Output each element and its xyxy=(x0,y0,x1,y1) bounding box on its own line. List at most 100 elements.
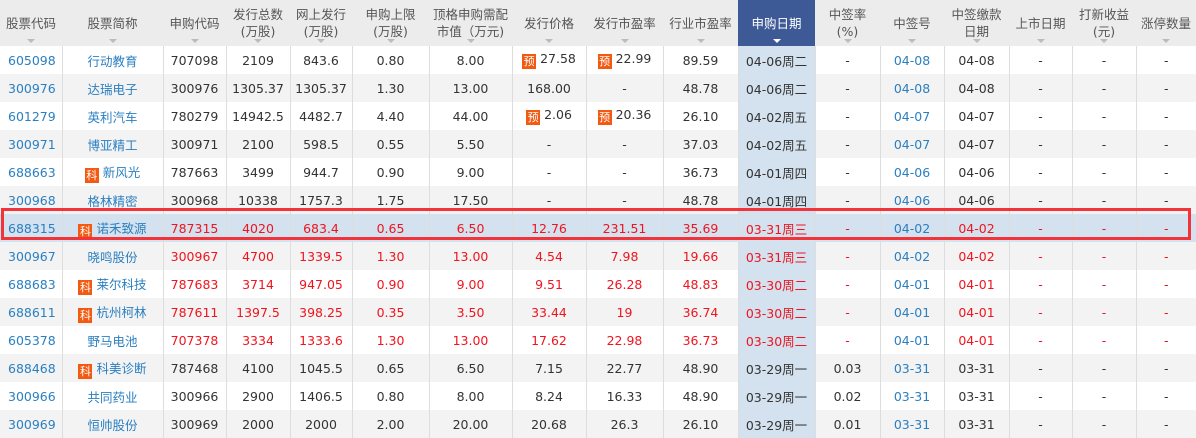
sort-arrow-icon[interactable] xyxy=(317,39,325,43)
table-row[interactable]: 688683 科莱尔科技 787683 3714 947.05 0.90 9.00 9.51 2… xyxy=(0,270,1196,298)
stock-name-value[interactable]: 行动教育 xyxy=(87,54,137,69)
cell-stock-code[interactable]: 300967 xyxy=(0,242,62,270)
column-header-win-rate[interactable]: 中签率 (%) xyxy=(815,0,880,46)
sort-arrow-icon[interactable] xyxy=(908,39,916,43)
table-row[interactable]: 300969 恒帅股份 300969 2000 2000 2.00 20.00 20.68 26… xyxy=(0,410,1196,438)
cell-stock-code[interactable]: 688663 xyxy=(0,158,62,186)
stock-code-value[interactable]: 688468 xyxy=(8,361,56,376)
column-header-profit[interactable]: 打新收益 (元) xyxy=(1072,0,1136,46)
column-header-issue-price[interactable]: 发行价格 xyxy=(512,0,586,46)
stock-name-value[interactable]: 格林精密 xyxy=(87,194,137,209)
stock-name-value[interactable]: 晓鸣股份 xyxy=(87,250,137,265)
sort-arrow-icon[interactable] xyxy=(1162,39,1170,43)
sort-arrow-icon[interactable] xyxy=(772,39,781,43)
sort-arrow-icon[interactable] xyxy=(972,39,981,43)
cell-stock-code[interactable]: 688611 xyxy=(0,298,62,326)
stock-name-value[interactable]: 达瑞电子 xyxy=(87,82,137,97)
cell-stock-name[interactable]: 博亚精工 xyxy=(61,130,163,158)
cell-stock-name[interactable]: 恒帅股份 xyxy=(61,410,163,438)
sort-arrow-icon[interactable] xyxy=(545,39,553,43)
table-row[interactable]: 300968 格林精密 300968 10338 1757.3 1.75 17.50 - - 48… xyxy=(0,186,1196,214)
cell-stock-code[interactable]: 688683 xyxy=(0,270,62,298)
stock-code-value[interactable]: 605378 xyxy=(8,333,56,348)
sort-arrow-icon[interactable] xyxy=(696,39,705,43)
column-header-total-issue[interactable]: 发行总数 (万股) xyxy=(226,0,290,46)
column-header-listing-date[interactable]: 上市日期 xyxy=(1009,0,1072,46)
stock-code-value[interactable]: 688663 xyxy=(8,165,56,180)
stock-code-value[interactable]: 688315 xyxy=(8,221,56,236)
cell-stock-code[interactable]: 300976 xyxy=(0,74,62,102)
table-row[interactable]: 688315 科诺禾致源 787315 4020 683.4 0.65 6.50 12.76 2… xyxy=(0,214,1196,242)
column-header-payment-date[interactable]: 中签缴款 日期 xyxy=(944,0,1009,46)
stock-name-value[interactable]: 恒帅股份 xyxy=(87,418,137,433)
cell-stock-code[interactable]: 605098 xyxy=(0,46,62,74)
column-header-industry-pe[interactable]: 行业市盈率 xyxy=(663,0,738,46)
sort-arrow-icon[interactable] xyxy=(843,39,852,43)
stock-name-value[interactable]: 英利汽车 xyxy=(87,110,137,125)
column-header-subscribe-date[interactable]: 申购日期 xyxy=(738,0,815,46)
cell-stock-code[interactable]: 605378 xyxy=(0,326,62,354)
cell-stock-name[interactable]: 格林精密 xyxy=(61,186,163,214)
table-row[interactable]: 688611 科杭州柯林 787611 1397.5 398.25 0.35 3.50 33.… xyxy=(0,298,1196,326)
stock-code-value[interactable]: 688683 xyxy=(8,277,56,292)
cell-stock-name[interactable]: 科杭州柯林 xyxy=(61,298,163,326)
stock-code-value[interactable]: 300969 xyxy=(8,417,56,432)
stock-name-value[interactable]: 共同药业 xyxy=(87,390,137,405)
column-header-stock-code[interactable]: 股票代码 xyxy=(0,0,62,46)
cell-stock-code[interactable]: 300968 xyxy=(0,186,62,214)
cell-stock-code[interactable]: 601279 xyxy=(0,102,62,130)
sort-arrow-icon[interactable] xyxy=(620,39,629,43)
stock-name-value[interactable]: 博亚精工 xyxy=(87,138,137,153)
cell-stock-code[interactable]: 300969 xyxy=(0,410,62,438)
cell-stock-name[interactable]: 达瑞电子 xyxy=(61,74,163,102)
stock-name-value[interactable]: 莱尔科技 xyxy=(96,277,146,292)
cell-stock-code[interactable]: 300966 xyxy=(0,382,62,410)
column-header-online-issue[interactable]: 网上发行 (万股) xyxy=(290,0,352,46)
stock-code-value[interactable]: 300968 xyxy=(8,193,56,208)
sort-arrow-icon[interactable] xyxy=(1036,39,1045,43)
stock-name-value[interactable]: 野马电池 xyxy=(87,334,137,349)
sort-arrow-icon[interactable] xyxy=(27,39,35,43)
sort-arrow-icon[interactable] xyxy=(254,39,262,43)
table-row[interactable]: 300967 晓鸣股份 300967 4700 1339.5 1.30 13.00 4.54 7… xyxy=(0,242,1196,270)
column-header-stock-name[interactable]: 股票简称 xyxy=(62,0,163,46)
cell-stock-name[interactable]: 科莱尔科技 xyxy=(61,270,163,298)
table-row[interactable]: 688468 科科美诊断 787468 4100 1045.5 0.65 6.50 7.15 2… xyxy=(0,354,1196,382)
cell-stock-code[interactable]: 300971 xyxy=(0,130,62,158)
table-row[interactable]: 300971 博亚精工 300971 2100 598.5 0.55 5.50 - - 37.03… xyxy=(0,130,1196,158)
stock-name-value[interactable]: 杭州柯林 xyxy=(96,305,146,320)
column-header-top-market-value[interactable]: 顶格申购需配 市值（万元) xyxy=(429,0,512,46)
cell-stock-name[interactable]: 科新风光 xyxy=(61,158,163,186)
sort-arrow-icon[interactable] xyxy=(466,39,475,43)
stock-code-value[interactable]: 300971 xyxy=(8,137,56,152)
stock-name-value[interactable]: 诺禾致源 xyxy=(96,221,146,236)
stock-code-value[interactable]: 300976 xyxy=(8,81,56,96)
cell-stock-name[interactable]: 晓鸣股份 xyxy=(61,242,163,270)
column-header-limit-up-count[interactable]: 涨停数量 xyxy=(1136,0,1196,46)
table-row[interactable]: 605378 野马电池 707378 3334 1333.6 1.30 13.00 17.62… xyxy=(0,326,1196,354)
cell-stock-name[interactable]: 英利汽车 xyxy=(61,102,163,130)
sort-arrow-icon[interactable] xyxy=(386,39,395,43)
table-row[interactable]: 601279 英利汽车 780279 14942.5 4482.7 4.40 44.00 预 2… xyxy=(0,102,1196,130)
column-header-win-number[interactable]: 中签号 xyxy=(880,0,944,46)
column-header-subscribe-code[interactable]: 申购代码 xyxy=(163,0,226,46)
cell-stock-name[interactable]: 科科美诊断 xyxy=(61,354,163,382)
sort-arrow-icon[interactable] xyxy=(108,39,117,43)
sort-arrow-icon[interactable] xyxy=(190,39,199,43)
table-row[interactable]: 300966 共同药业 300966 2900 1406.5 0.80 8.00 8.24 16… xyxy=(0,382,1196,410)
cell-stock-code[interactable]: 688468 xyxy=(0,354,62,382)
column-header-issue-pe[interactable]: 发行市盈率 xyxy=(586,0,663,46)
sort-arrow-icon[interactable] xyxy=(1100,39,1108,43)
column-header-subscribe-limit[interactable]: 申购上限 (万股) xyxy=(352,0,429,46)
cell-stock-name[interactable]: 科诺禾致源 xyxy=(61,214,163,242)
stock-code-value[interactable]: 605098 xyxy=(8,53,56,68)
stock-code-value[interactable]: 688611 xyxy=(8,305,56,320)
table-row[interactable]: 605098 行动教育 707098 2109 843.6 0.80 8.00 预 27.58 预… xyxy=(0,46,1196,74)
table-row[interactable]: 688663 科新风光 787663 3499 944.7 0.90 9.00 - - 36.73… xyxy=(0,158,1196,186)
stock-code-value[interactable]: 300966 xyxy=(8,389,56,404)
stock-code-value[interactable]: 300967 xyxy=(8,249,56,264)
table-row[interactable]: 300976 达瑞电子 300976 1305.37 1305.37 1.30 13.00 1… xyxy=(0,74,1196,102)
cell-stock-code[interactable]: 688315 xyxy=(0,214,62,242)
stock-name-value[interactable]: 新风光 xyxy=(103,165,141,180)
stock-name-value[interactable]: 科美诊断 xyxy=(96,361,146,376)
